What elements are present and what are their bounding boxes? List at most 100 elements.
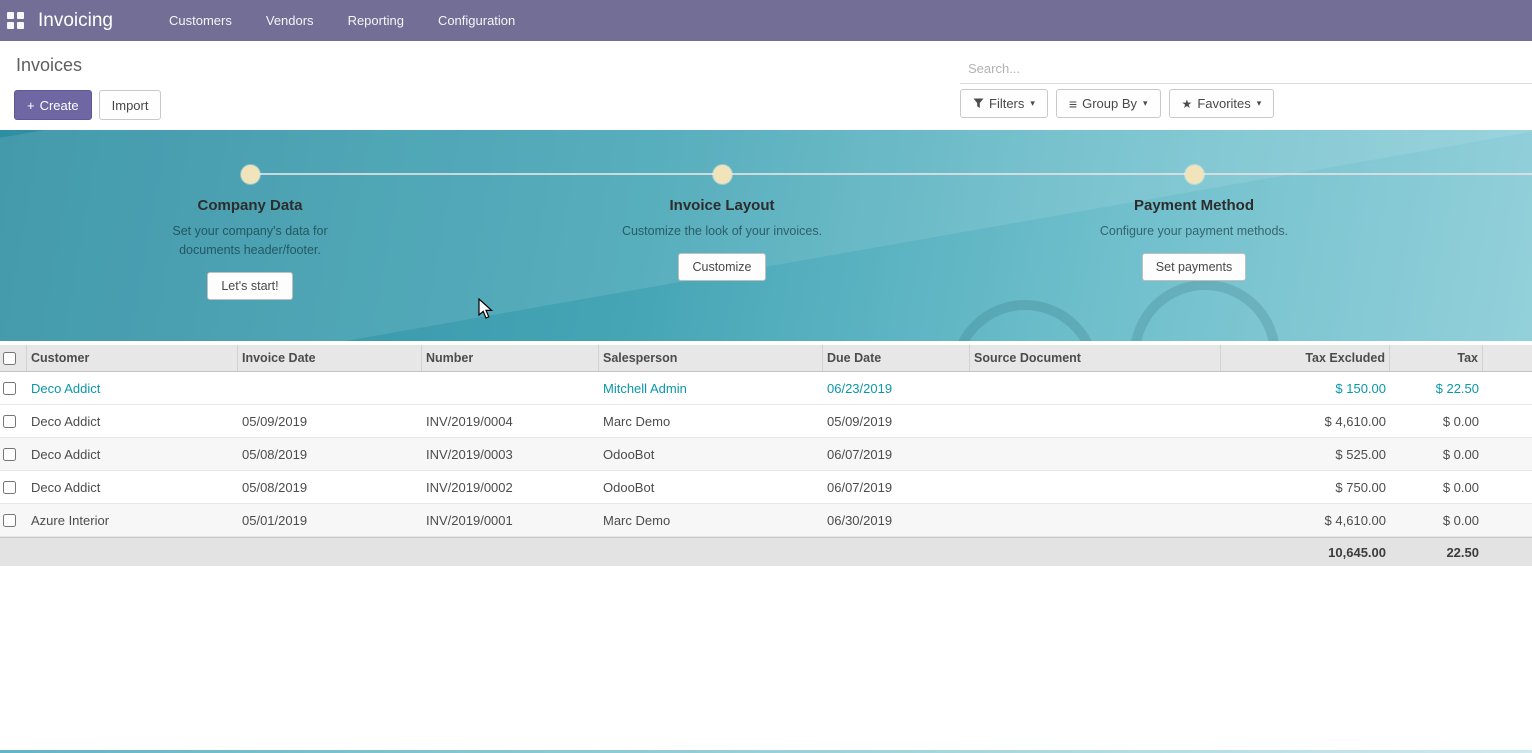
row-checkbox[interactable] — [3, 415, 16, 428]
favorites-label: Favorites — [1197, 96, 1250, 111]
app-name[interactable]: Invoicing — [38, 10, 113, 32]
cell-source-document — [970, 438, 1221, 470]
step-title: Invoice Layout — [669, 197, 774, 214]
table-header: Customer Invoice Date Number Salesperson… — [0, 345, 1532, 372]
header-checkbox-cell — [0, 345, 27, 371]
cell-due-date: 05/09/2019 — [823, 405, 970, 437]
cell-source-document — [970, 405, 1221, 437]
header-due-date[interactable]: Due Date — [823, 345, 970, 371]
cell-source-document — [970, 372, 1221, 404]
apps-menu-button[interactable] — [0, 0, 30, 41]
step-description: Configure your payment methods. — [1100, 222, 1288, 241]
table-row[interactable]: Deco Addict 05/09/2019 INV/2019/0004 Mar… — [0, 405, 1532, 438]
apps-grid-icon — [7, 12, 24, 29]
glasses-decoration — [1130, 280, 1280, 341]
total-empty-cell — [422, 538, 599, 566]
row-checkbox-cell — [0, 438, 27, 470]
cell-invoice-date: 05/08/2019 — [238, 438, 422, 470]
cell-number: INV/2019/0002 — [422, 471, 599, 503]
row-checkbox[interactable] — [3, 382, 16, 395]
menu-reporting[interactable]: Reporting — [348, 13, 404, 28]
cell-trailing — [1483, 372, 1532, 404]
total-empty-cell — [1483, 538, 1532, 566]
cell-invoice-date: 05/01/2019 — [238, 504, 422, 536]
cell-tax: $ 0.00 — [1390, 504, 1483, 536]
lets-start-button[interactable]: Let's start! — [207, 272, 292, 300]
glasses-decoration — [950, 300, 1100, 341]
row-checkbox-cell — [0, 504, 27, 536]
cell-number: INV/2019/0004 — [422, 405, 599, 437]
cell-tax-excluded: $ 750.00 — [1221, 471, 1390, 503]
row-checkbox[interactable] — [3, 514, 16, 527]
cell-due-date: 06/07/2019 — [823, 471, 970, 503]
set-payments-button[interactable]: Set payments — [1142, 253, 1246, 281]
cell-tax: $ 0.00 — [1390, 405, 1483, 437]
header-customer[interactable]: Customer — [27, 345, 238, 371]
table-row[interactable]: Deco Addict 05/08/2019 INV/2019/0003 Odo… — [0, 438, 1532, 471]
cell-tax-excluded: $ 525.00 — [1221, 438, 1390, 470]
select-all-checkbox[interactable] — [3, 352, 16, 365]
search-input[interactable] — [960, 54, 1532, 83]
favorites-dropdown[interactable]: ★ Favorites ▾ — [1169, 89, 1275, 118]
cell-salesperson: Marc Demo — [599, 504, 823, 536]
header-number[interactable]: Number — [422, 345, 599, 371]
table-row[interactable]: Deco Addict Mitchell Admin 06/23/2019 $ … — [0, 372, 1532, 405]
row-checkbox[interactable] — [3, 448, 16, 461]
cell-trailing — [1483, 471, 1532, 503]
step-dot — [241, 165, 260, 184]
cell-tax-excluded: $ 150.00 — [1221, 372, 1390, 404]
customize-button[interactable]: Customize — [678, 253, 765, 281]
total-empty-cell — [0, 538, 27, 566]
cell-trailing — [1483, 438, 1532, 470]
cell-source-document — [970, 471, 1221, 503]
control-panel: Invoices + Create Import Filters ▾ ≡ — [0, 41, 1532, 130]
table-row[interactable]: Azure Interior 05/01/2019 INV/2019/0001 … — [0, 504, 1532, 537]
cell-tax: $ 0.00 — [1390, 438, 1483, 470]
chevron-down-icon: ▾ — [1143, 98, 1148, 109]
total-tax: 22.50 — [1390, 538, 1483, 566]
cell-salesperson: OdooBot — [599, 438, 823, 470]
import-button[interactable]: Import — [99, 90, 162, 120]
cell-customer: Azure Interior — [27, 504, 238, 536]
group-by-dropdown[interactable]: ≡ Group By ▾ — [1056, 89, 1161, 118]
cell-customer: Deco Addict — [27, 471, 238, 503]
header-invoice-date[interactable]: Invoice Date — [238, 345, 422, 371]
row-checkbox-cell — [0, 471, 27, 503]
search-filter-bar: Filters ▾ ≡ Group By ▾ ★ Favorites ▾ — [960, 89, 1274, 118]
row-checkbox-cell — [0, 405, 27, 437]
step-description: Customize the look of your invoices. — [622, 222, 822, 241]
menu-customers[interactable]: Customers — [169, 13, 232, 28]
create-button[interactable]: + Create — [14, 90, 92, 120]
menu-vendors[interactable]: Vendors — [266, 13, 314, 28]
header-tax-excluded[interactable]: Tax Excluded — [1221, 345, 1390, 371]
cell-salesperson: OdooBot — [599, 471, 823, 503]
plus-icon: + — [27, 98, 35, 113]
header-source-document[interactable]: Source Document — [970, 345, 1221, 371]
header-salesperson[interactable]: Salesperson — [599, 345, 823, 371]
cell-trailing — [1483, 504, 1532, 536]
onboarding-step-company-data: Company Data Set your company's data for… — [90, 130, 410, 300]
onboarding-banner: Company Data Set your company's data for… — [0, 130, 1532, 341]
step-title: Company Data — [197, 197, 302, 214]
cell-salesperson: Mitchell Admin — [599, 372, 823, 404]
table-row[interactable]: Deco Addict 05/08/2019 INV/2019/0002 Odo… — [0, 471, 1532, 504]
row-checkbox-cell — [0, 372, 27, 404]
chevron-down-icon: ▾ — [1257, 98, 1262, 109]
group-by-label: Group By — [1082, 96, 1137, 111]
filters-dropdown[interactable]: Filters ▾ — [960, 89, 1048, 118]
total-empty-cell — [27, 538, 238, 566]
row-checkbox[interactable] — [3, 481, 16, 494]
action-buttons: + Create Import — [14, 90, 161, 120]
cell-customer: Deco Addict — [27, 372, 238, 404]
filter-funnel-icon — [973, 98, 984, 109]
cell-tax: $ 0.00 — [1390, 471, 1483, 503]
cell-due-date: 06/23/2019 — [823, 372, 970, 404]
step-description: Set your company's data for documents he… — [143, 222, 358, 260]
menu-configuration[interactable]: Configuration — [438, 13, 515, 28]
total-empty-cell — [970, 538, 1221, 566]
onboarding-step-payment-method: Payment Method Configure your payment me… — [1034, 130, 1354, 281]
cell-source-document — [970, 504, 1221, 536]
cell-invoice-date: 05/09/2019 — [238, 405, 422, 437]
cell-invoice-date — [238, 372, 422, 404]
header-tax[interactable]: Tax — [1390, 345, 1483, 371]
